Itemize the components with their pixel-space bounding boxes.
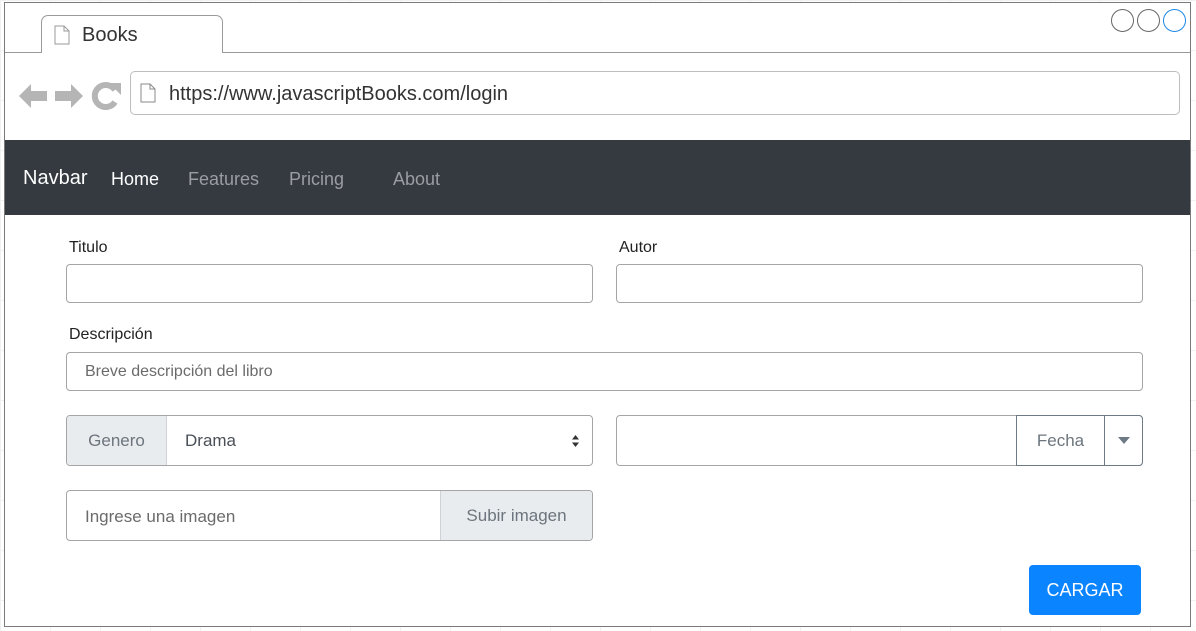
genero-value: Drama	[185, 431, 237, 450]
close-button[interactable]	[1163, 9, 1186, 32]
autor-label: Autor	[619, 239, 658, 256]
imagen-input[interactable]: Ingrese una imagen Subir imagen	[66, 490, 593, 541]
autor-input[interactable]	[616, 264, 1143, 303]
select-arrows-icon	[572, 435, 579, 447]
browser-window: Books https://www.javascriptBooks.com/lo…	[4, 2, 1191, 627]
nav-link-features[interactable]: Features	[188, 169, 259, 190]
refresh-icon[interactable]	[91, 80, 123, 112]
imagen-placeholder: Ingrese una imagen	[85, 507, 236, 526]
forward-arrow-icon[interactable]	[53, 81, 85, 111]
subir-imagen-button[interactable]: Subir imagen	[440, 491, 592, 540]
titulo-label: Titulo	[69, 239, 108, 256]
navbar: Navbar Home Features Pricing About	[5, 140, 1190, 215]
tab-title: Books	[82, 24, 138, 46]
genero-select[interactable]: Genero Drama	[66, 415, 593, 466]
fecha-button[interactable]: Fecha	[1016, 415, 1105, 466]
url-text: https://www.javascriptBooks.com/login	[169, 83, 509, 105]
page-icon	[140, 83, 156, 103]
browser-tab[interactable]: Books	[41, 15, 223, 53]
maximize-button[interactable]	[1137, 9, 1160, 32]
nav-link-pricing[interactable]: Pricing	[289, 169, 344, 190]
caret-down-icon	[1118, 437, 1130, 444]
back-arrow-icon[interactable]	[17, 81, 49, 111]
fecha-input[interactable]: Fecha	[616, 415, 1143, 466]
nav-link-about[interactable]: About	[393, 169, 440, 190]
genero-addon: Genero	[67, 416, 167, 465]
descripcion-label: Descripción	[69, 326, 153, 343]
titulo-input[interactable]	[66, 264, 593, 303]
address-bar[interactable]: https://www.javascriptBooks.com/login	[130, 71, 1180, 115]
nav-link-home[interactable]: Home	[111, 169, 159, 190]
fecha-dropdown-toggle[interactable]	[1104, 415, 1143, 466]
cargar-button[interactable]: CARGAR	[1029, 565, 1141, 615]
window-controls	[1111, 9, 1186, 32]
minimize-button[interactable]	[1111, 9, 1134, 32]
descripcion-placeholder: Breve descripción del libro	[85, 363, 273, 380]
descripcion-input[interactable]: Breve descripción del libro	[66, 352, 1143, 391]
navbar-brand[interactable]: Navbar	[23, 167, 87, 190]
page-icon	[54, 25, 70, 45]
